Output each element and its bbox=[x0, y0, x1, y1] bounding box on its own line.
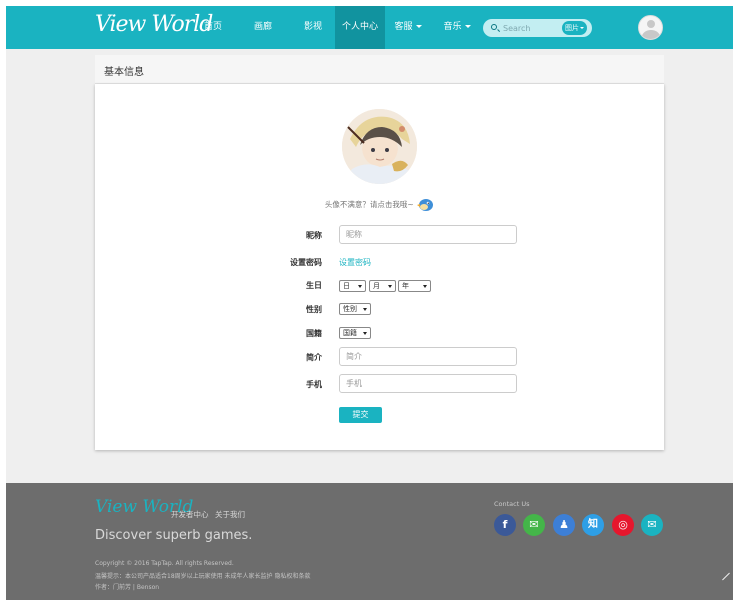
nav-personal-center-label: 个人中心 bbox=[341, 22, 378, 32]
set-password-link[interactable]: 设置密码 bbox=[339, 257, 371, 268]
nationality-select[interactable]: 国籍 bbox=[339, 327, 371, 339]
birthday-month-select[interactable]: 月 bbox=[369, 280, 396, 292]
copyright-text: Copyright © 2016 TapTap. All rights Rese… bbox=[95, 560, 234, 567]
zhihu-icon[interactable]: 知 bbox=[582, 514, 604, 536]
gender-value: 性别 bbox=[343, 305, 357, 313]
nickname-input[interactable] bbox=[339, 225, 517, 244]
birthday-day-value: 日 bbox=[343, 282, 350, 290]
search-icon bbox=[491, 24, 497, 30]
nav-home-label: 首页 bbox=[203, 22, 222, 32]
search-bar: 图片 bbox=[483, 19, 592, 37]
about-us-link[interactable]: 关于我们 bbox=[215, 509, 245, 520]
chevron-down-icon bbox=[415, 25, 422, 28]
weibo-icon[interactable]: ◎ bbox=[612, 514, 634, 536]
birthday-month-value: 月 bbox=[373, 282, 380, 290]
nav-service-label: 客服 bbox=[394, 22, 413, 32]
birthday-day-select[interactable]: 日 bbox=[339, 280, 366, 292]
submit-button[interactable]: 提交 bbox=[339, 407, 382, 423]
password-label: 设置密码 bbox=[290, 258, 322, 267]
nav-home[interactable]: 首页 bbox=[192, 6, 234, 49]
site-footer: View World 开发者中心 关于我们 Discover superb ga… bbox=[6, 483, 733, 600]
dropdown-arrow-icon bbox=[358, 285, 362, 288]
mail-icon[interactable]: ✉ bbox=[641, 514, 663, 536]
nickname-label: 昵称 bbox=[306, 231, 322, 240]
nationality-label: 国籍 bbox=[306, 329, 322, 338]
bird-emoji-icon bbox=[417, 199, 434, 211]
page-title: 基本信息 bbox=[104, 67, 144, 78]
bio-input[interactable] bbox=[339, 347, 517, 366]
gender-label: 性别 bbox=[306, 305, 322, 314]
dropdown-arrow-icon bbox=[423, 285, 427, 288]
nav-gallery[interactable]: 画廊 bbox=[242, 6, 284, 49]
bio-label: 简介 bbox=[306, 353, 322, 362]
gender-select[interactable]: 性别 bbox=[339, 303, 371, 315]
avatar-hint[interactable]: 头像不满意？请点击我哦~ bbox=[95, 198, 664, 212]
top-navbar: View World 首页 画廊 影视 个人中心 客服 音乐 图片 bbox=[6, 6, 733, 49]
qq-icon[interactable]: ♟ bbox=[553, 514, 575, 536]
nav-music-label: 音乐 bbox=[443, 22, 462, 32]
dropdown-arrow-icon bbox=[363, 332, 367, 335]
search-input[interactable] bbox=[503, 22, 558, 34]
avatar-hint-text: 头像不满意？请点击我哦~ bbox=[324, 200, 414, 209]
birthday-label: 生日 bbox=[306, 281, 322, 290]
phone-label: 手机 bbox=[306, 380, 322, 389]
nav-service[interactable]: 客服 bbox=[387, 6, 429, 49]
footer-slogan: Discover superb games. bbox=[95, 528, 253, 543]
chevron-down-icon bbox=[580, 27, 584, 29]
age-notice-text: 温馨提示：本公司产品适合18周岁以上玩家使用 未成年人家长监护 隐私权和条款 bbox=[95, 573, 311, 580]
wechat-icon[interactable]: ✉ bbox=[523, 514, 545, 536]
search-type-label: 图片 bbox=[565, 24, 579, 32]
author-text: 作者：门前芳 | Benson bbox=[95, 584, 160, 591]
profile-avatar[interactable] bbox=[342, 109, 417, 184]
nav-gallery-label: 画廊 bbox=[253, 22, 272, 32]
search-type-dropdown[interactable]: 图片 bbox=[562, 21, 587, 35]
facebook-icon[interactable]: f bbox=[494, 514, 516, 536]
profile-form-card: 头像不满意？请点击我哦~ 昵称 设置密码 设置密码 生日 日 月 年 性别 bbox=[95, 84, 664, 450]
dropdown-arrow-icon bbox=[388, 285, 392, 288]
dropdown-arrow-icon bbox=[363, 308, 367, 311]
developer-center-link[interactable]: 开发者中心 bbox=[171, 509, 209, 520]
nav-music[interactable]: 音乐 bbox=[436, 6, 478, 49]
user-avatar-button[interactable] bbox=[638, 15, 663, 40]
browser-viewport: View World 首页 画廊 影视 个人中心 客服 音乐 图片 bbox=[6, 6, 733, 600]
user-silhouette-icon bbox=[647, 20, 655, 28]
nav-movies[interactable]: 影视 bbox=[292, 6, 334, 49]
contact-us-title: Contact Us bbox=[494, 500, 530, 508]
nav-movies-label: 影视 bbox=[303, 22, 322, 32]
anime-avatar-image bbox=[342, 109, 417, 184]
chevron-down-icon bbox=[464, 25, 471, 28]
phone-input[interactable] bbox=[339, 374, 517, 393]
nav-personal-center[interactable]: 个人中心 bbox=[335, 6, 385, 49]
section-header: 基本信息 bbox=[95, 55, 664, 84]
birthday-year-value: 年 bbox=[402, 282, 409, 290]
nationality-value: 国籍 bbox=[343, 329, 357, 337]
birthday-year-select[interactable]: 年 bbox=[398, 280, 431, 292]
